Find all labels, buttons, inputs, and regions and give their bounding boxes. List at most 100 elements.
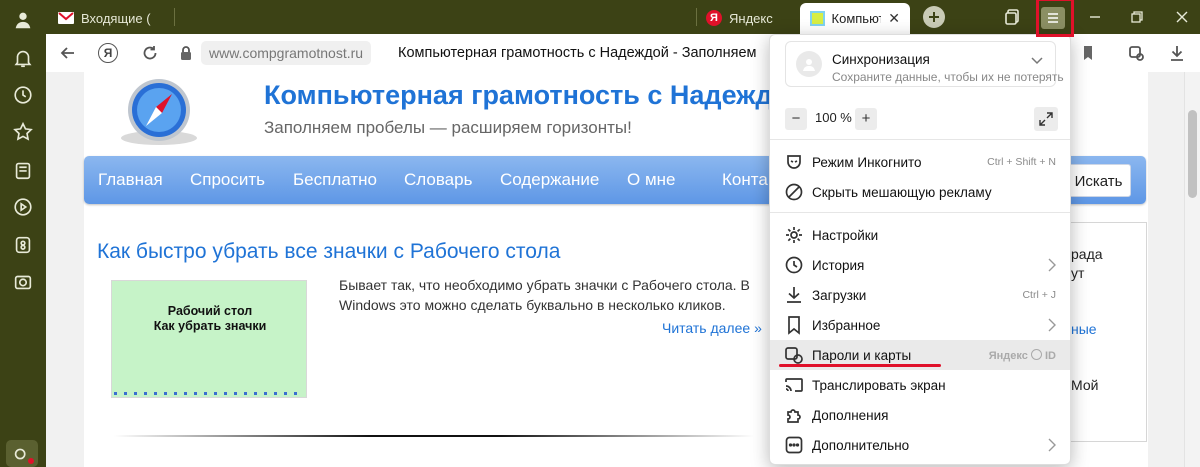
lock-icon bbox=[181, 46, 191, 60]
menu-item-shortcut: Ctrl + Shift + N bbox=[987, 156, 1056, 168]
downloads-button[interactable] bbox=[1165, 41, 1189, 65]
minimize-icon bbox=[1090, 16, 1100, 18]
zoom-in-button[interactable]: + bbox=[855, 108, 877, 130]
post-title[interactable]: Как быстро убрать все значки с Рабочего … bbox=[97, 240, 560, 264]
site-logo bbox=[121, 79, 197, 145]
tab-inbox[interactable]: Входящие ( bbox=[48, 4, 166, 32]
profile-icon[interactable] bbox=[11, 8, 35, 32]
annotation-underline bbox=[779, 364, 941, 367]
tab-label: Входящие ( bbox=[81, 10, 151, 26]
sidebar-text-fragment: рада bbox=[1071, 246, 1103, 262]
reload-button[interactable] bbox=[138, 41, 162, 65]
history-clock-icon bbox=[784, 255, 804, 275]
close-icon bbox=[1176, 11, 1188, 23]
sync-subtitle: Сохраните данные, чтобы их не потерять bbox=[832, 70, 1064, 84]
chevron-right-icon bbox=[1048, 438, 1056, 452]
alice-assistant-icon[interactable] bbox=[6, 440, 38, 467]
bookmark-icon bbox=[784, 315, 804, 335]
thumb-line-2: Как убрать значки bbox=[153, 319, 267, 333]
yandex-home-button[interactable]: Я bbox=[96, 41, 120, 65]
tab-label: Яндекс bbox=[729, 10, 773, 26]
thumb-line-1: Рабочий стол bbox=[167, 304, 253, 318]
close-tab-icon[interactable]: ✕ bbox=[888, 10, 900, 27]
nav-contents[interactable]: Содержание bbox=[500, 170, 599, 190]
plus-icon bbox=[929, 12, 939, 22]
menu-item-history[interactable]: История bbox=[770, 250, 1070, 280]
sidebar-rail bbox=[0, 0, 46, 467]
menu-item-block-ads[interactable]: Скрыть мешающую рекламу bbox=[770, 177, 1070, 207]
scrollbar-thumb[interactable] bbox=[1188, 110, 1197, 198]
zoom-out-button[interactable]: − bbox=[785, 108, 807, 130]
block-ads-icon bbox=[784, 182, 804, 202]
menu-item-label: Настройки bbox=[812, 228, 879, 243]
menu-item-more[interactable]: Дополнительно bbox=[770, 430, 1070, 460]
yandex-icon: Я bbox=[706, 10, 722, 26]
menu-item-settings[interactable]: Настройки bbox=[770, 220, 1070, 250]
menu-item-shortcut: Ctrl + J bbox=[1022, 289, 1056, 301]
chevron-down-icon bbox=[1031, 57, 1043, 65]
site-title[interactable]: Компьютерная грамотность с Надеждо bbox=[264, 80, 789, 111]
menu-item-label: Режим Инкогнито bbox=[812, 155, 922, 170]
sync-card[interactable]: Синхронизация Сохраните данные, чтобы их… bbox=[785, 41, 1064, 87]
messenger-icon[interactable] bbox=[11, 233, 35, 257]
post-thumbnail[interactable]: Рабочий стол Как убрать значки bbox=[111, 280, 307, 398]
nav-home[interactable]: Главная bbox=[98, 170, 163, 190]
nav-free[interactable]: Бесплатно bbox=[293, 170, 377, 190]
chevron-right-icon bbox=[1048, 318, 1056, 332]
tab-compgramotnost[interactable]: Компьют ✕ bbox=[800, 3, 910, 34]
sidebar-text-fragment: ут bbox=[1071, 265, 1085, 281]
menu-item-extensions[interactable]: Дополнения bbox=[770, 400, 1070, 430]
minimize-button[interactable] bbox=[1087, 9, 1103, 25]
collections-icon[interactable] bbox=[11, 158, 35, 182]
menu-item-incognito[interactable]: Режим Инкогнито Ctrl + Shift + N bbox=[770, 147, 1070, 177]
sync-title: Синхронизация bbox=[832, 52, 930, 67]
incognito-mask-icon bbox=[784, 152, 804, 172]
fullscreen-button[interactable] bbox=[1034, 107, 1058, 131]
camera-icon[interactable] bbox=[11, 270, 35, 294]
menu-item-label: Скрыть мешающую рекламу bbox=[812, 185, 992, 200]
site-security-button[interactable] bbox=[174, 41, 198, 65]
nav-contacts[interactable]: Конта bbox=[722, 170, 768, 190]
menu-item-label: История bbox=[812, 258, 865, 273]
tabs-overview-icon[interactable] bbox=[1004, 8, 1022, 26]
nav-ask[interactable]: Спросить bbox=[190, 170, 265, 190]
menu-item-label: Транслировать экран bbox=[812, 378, 946, 393]
page-title-in-address[interactable]: Компьютерная грамотность с Надеждой - За… bbox=[398, 41, 756, 65]
passwords-toolbar-button[interactable] bbox=[1124, 41, 1148, 65]
new-tab-button[interactable] bbox=[923, 6, 945, 28]
nav-dictionary[interactable]: Словарь bbox=[404, 170, 472, 190]
star-icon[interactable] bbox=[11, 120, 35, 144]
cast-screen-icon bbox=[784, 375, 804, 395]
menu-item-label: Загрузки bbox=[812, 288, 867, 303]
notifications-bell-icon[interactable] bbox=[11, 46, 35, 70]
sidebar-text-fragment: Мой bbox=[1071, 377, 1099, 393]
reload-icon bbox=[143, 46, 157, 60]
passwords-icon bbox=[1129, 46, 1144, 61]
restore-button[interactable] bbox=[1129, 9, 1145, 25]
annotation-highlight-box bbox=[1036, 0, 1074, 37]
menu-item-downloads[interactable]: Загрузки Ctrl + J bbox=[770, 280, 1070, 310]
menu-item-bookmarks[interactable]: Избранное bbox=[770, 310, 1070, 340]
sidebar-link-fragment[interactable]: ные bbox=[1071, 321, 1097, 337]
main-menu: Синхронизация Сохраните данные, чтобы их… bbox=[769, 34, 1071, 465]
zoom-level: 100 % bbox=[815, 110, 852, 125]
menu-item-cast[interactable]: Транслировать экран bbox=[770, 370, 1070, 400]
play-icon[interactable] bbox=[11, 195, 35, 219]
back-button[interactable] bbox=[56, 41, 80, 65]
tab-yandex[interactable]: Я Яндекс bbox=[696, 4, 796, 32]
history-icon[interactable] bbox=[11, 83, 35, 107]
menu-item-label: Пароли и карты bbox=[812, 348, 912, 363]
user-icon bbox=[803, 59, 815, 71]
bookmark-page-button[interactable] bbox=[1076, 41, 1100, 65]
menu-item-label: Избранное bbox=[812, 318, 881, 333]
tab-label: Компьют bbox=[831, 11, 882, 26]
passwords-cards-icon bbox=[784, 345, 804, 365]
read-more-link[interactable]: Читать далее » bbox=[662, 320, 762, 336]
more-dots-icon bbox=[784, 435, 804, 455]
site-search-button[interactable]: Искать bbox=[1066, 164, 1131, 197]
close-window-button[interactable] bbox=[1174, 9, 1190, 25]
page-scrollbar[interactable] bbox=[1184, 72, 1200, 467]
url-host[interactable]: www.compgramotnost.ru bbox=[201, 41, 372, 65]
gear-icon bbox=[784, 225, 804, 245]
nav-about[interactable]: О мне bbox=[627, 170, 675, 190]
